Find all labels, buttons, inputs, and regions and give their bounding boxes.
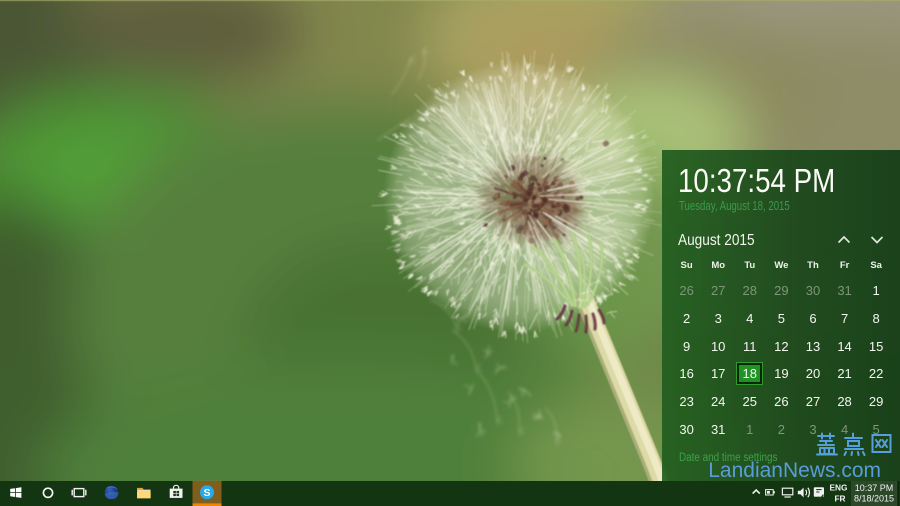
svg-text:8/18/2015: 8/18/2015 [854,494,894,504]
svg-text:ENG: ENG [830,482,848,492]
svg-text:10:37 PM: 10:37 PM [855,483,894,493]
svg-text:S: S [203,487,210,499]
svg-text:FR: FR [834,493,845,503]
